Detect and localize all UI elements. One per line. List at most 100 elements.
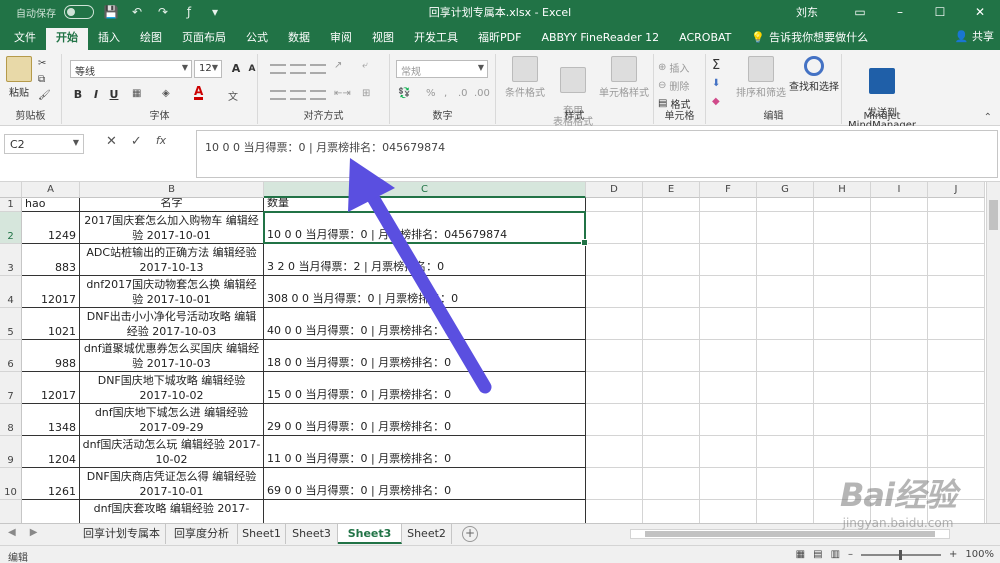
empty-cell[interactable] bbox=[814, 276, 871, 308]
column-header-j[interactable]: J bbox=[928, 182, 985, 198]
empty-cell[interactable] bbox=[814, 308, 871, 340]
close-button[interactable]: ✕ bbox=[960, 0, 1000, 24]
row-header[interactable]: 3 bbox=[0, 244, 22, 276]
empty-cell[interactable] bbox=[700, 372, 757, 404]
formula-icon[interactable]: ƒ bbox=[180, 5, 198, 19]
empty-cell[interactable] bbox=[757, 340, 814, 372]
row-header[interactable]: 8 bbox=[0, 404, 22, 436]
empty-cell[interactable] bbox=[871, 308, 928, 340]
empty-cell[interactable] bbox=[814, 372, 871, 404]
tell-me-box[interactable]: 💡 告诉我你想要做什么 bbox=[741, 28, 878, 50]
horizontal-scrollbar[interactable] bbox=[630, 529, 950, 539]
ribbon-tab[interactable]: 审阅 bbox=[320, 28, 362, 50]
bold-button[interactable]: B bbox=[70, 88, 86, 101]
user-name[interactable]: 刘东 bbox=[796, 4, 818, 20]
table-cell-hao[interactable]: 988 bbox=[22, 340, 80, 372]
grow-font-button[interactable]: A bbox=[228, 62, 244, 75]
empty-cell[interactable] bbox=[757, 500, 814, 523]
empty-cell[interactable] bbox=[757, 468, 814, 500]
delete-cells-button[interactable]: ⊖ 删除 bbox=[658, 78, 689, 93]
number-format-combo[interactable]: 常规 ▼ bbox=[396, 60, 488, 78]
empty-cell[interactable] bbox=[814, 198, 871, 212]
empty-cell[interactable] bbox=[643, 308, 700, 340]
next-sheet-icon[interactable]: ▶ bbox=[30, 527, 38, 538]
find-select-button[interactable]: 查找和选择 bbox=[788, 56, 840, 93]
table-cell-hao[interactable]: 1261 bbox=[22, 468, 80, 500]
empty-cell[interactable] bbox=[643, 276, 700, 308]
page-layout-icon[interactable]: ▤ bbox=[813, 549, 822, 560]
clear-icon[interactable]: ◆ bbox=[712, 96, 720, 107]
align-center-icon[interactable] bbox=[290, 90, 306, 100]
ribbon-tab[interactable]: 公式 bbox=[236, 28, 278, 50]
column-header-a[interactable]: A bbox=[22, 182, 80, 198]
increase-decimal-icon[interactable]: .0 bbox=[458, 88, 468, 99]
insert-cells-button[interactable]: ⊕ 插入 bbox=[658, 60, 689, 75]
empty-cell[interactable] bbox=[700, 468, 757, 500]
italic-button[interactable]: I bbox=[88, 88, 104, 101]
empty-cell[interactable] bbox=[871, 212, 928, 244]
table-cell-name[interactable]: dnf2017国庆动物套怎么换 编辑经验 2017-10-01 bbox=[80, 276, 264, 308]
sheet-tab[interactable]: Sheet3 (2) bbox=[338, 524, 402, 559]
empty-cell[interactable] bbox=[586, 276, 643, 308]
sheet-tab[interactable]: 回享度分析 bbox=[166, 524, 238, 544]
empty-cell[interactable] bbox=[928, 198, 985, 212]
align-middle-icon[interactable] bbox=[290, 64, 306, 74]
empty-cell[interactable] bbox=[643, 404, 700, 436]
table-cell-count[interactable]: 15 0 0 当月得票：0 | 月票榜排名：0 bbox=[264, 372, 586, 404]
empty-cell[interactable] bbox=[643, 198, 700, 212]
redo-icon[interactable]: ↷ bbox=[154, 5, 172, 19]
column-header-i[interactable]: I bbox=[871, 182, 928, 198]
empty-cell[interactable] bbox=[700, 500, 757, 523]
row-header[interactable]: 9 bbox=[0, 436, 22, 468]
vertical-scrollbar[interactable] bbox=[986, 182, 1000, 523]
align-top-icon[interactable] bbox=[270, 64, 286, 74]
ribbon-tab[interactable]: 数据 bbox=[278, 28, 320, 50]
row-header[interactable]: 1 bbox=[0, 198, 22, 212]
table-cell-hao[interactable]: 883 bbox=[22, 244, 80, 276]
table-cell-hao[interactable]: 12017 bbox=[22, 372, 80, 404]
empty-cell[interactable] bbox=[586, 500, 643, 523]
font-size-combo[interactable]: 12 ▼ bbox=[194, 60, 222, 78]
empty-cell[interactable] bbox=[928, 436, 985, 468]
align-bottom-icon[interactable] bbox=[310, 64, 326, 74]
wrap-text-icon[interactable]: ⤶ bbox=[362, 60, 368, 71]
empty-cell[interactable] bbox=[586, 436, 643, 468]
row-header[interactable]: 7 bbox=[0, 372, 22, 404]
empty-cell[interactable] bbox=[643, 340, 700, 372]
row-header[interactable]: 4 bbox=[0, 276, 22, 308]
align-right-icon[interactable] bbox=[310, 90, 326, 100]
column-header-d[interactable]: D bbox=[586, 182, 643, 198]
ribbon-tab[interactable]: 福昕PDF bbox=[468, 28, 531, 50]
comma-icon[interactable]: , bbox=[444, 88, 447, 99]
minimize-button[interactable]: – bbox=[880, 0, 920, 24]
ribbon-tab[interactable]: 开发工具 bbox=[404, 28, 468, 50]
collapse-ribbon-icon[interactable]: ⌃ bbox=[984, 112, 992, 123]
underline-button[interactable]: U bbox=[106, 88, 122, 101]
column-header-b[interactable]: B bbox=[80, 182, 264, 198]
add-sheet-icon[interactable]: + bbox=[462, 526, 478, 542]
ribbon-tab[interactable]: ABBYY FineReader 12 bbox=[531, 28, 669, 50]
table-cell-count[interactable]: 18 0 0 当月得票：0 | 月票榜排名：0 bbox=[264, 340, 586, 372]
cancel-button[interactable]: ✕ bbox=[106, 134, 117, 149]
empty-cell[interactable] bbox=[643, 468, 700, 500]
ribbon-tab[interactable]: 绘图 bbox=[130, 28, 172, 50]
format-painter-icon[interactable]: 🖌 bbox=[38, 90, 51, 101]
empty-cell[interactable] bbox=[586, 308, 643, 340]
ribbon-tab[interactable]: 页面布局 bbox=[172, 28, 236, 50]
normal-view-icon[interactable]: ▦ bbox=[796, 549, 805, 560]
empty-cell[interactable] bbox=[814, 436, 871, 468]
empty-cell[interactable] bbox=[643, 212, 700, 244]
empty-cell[interactable] bbox=[700, 244, 757, 276]
empty-cell[interactable] bbox=[586, 198, 643, 212]
conditional-format-button[interactable]: 条件格式 bbox=[502, 56, 548, 99]
empty-cell[interactable] bbox=[871, 404, 928, 436]
header-cell-a[interactable]: hao bbox=[22, 198, 80, 212]
empty-cell[interactable] bbox=[700, 340, 757, 372]
prev-sheet-icon[interactable]: ◀ bbox=[8, 527, 16, 538]
ribbon-tab[interactable]: 视图 bbox=[362, 28, 404, 50]
empty-cell[interactable] bbox=[871, 340, 928, 372]
autosum-icon[interactable]: Σ bbox=[712, 58, 720, 73]
zoom-level[interactable]: 100% bbox=[965, 549, 994, 560]
font-name-combo[interactable]: 等线 ▼ bbox=[70, 60, 192, 78]
table-cell-name[interactable]: DNF国庆商店凭证怎么得 编辑经验 2017-10-01 bbox=[80, 468, 264, 500]
